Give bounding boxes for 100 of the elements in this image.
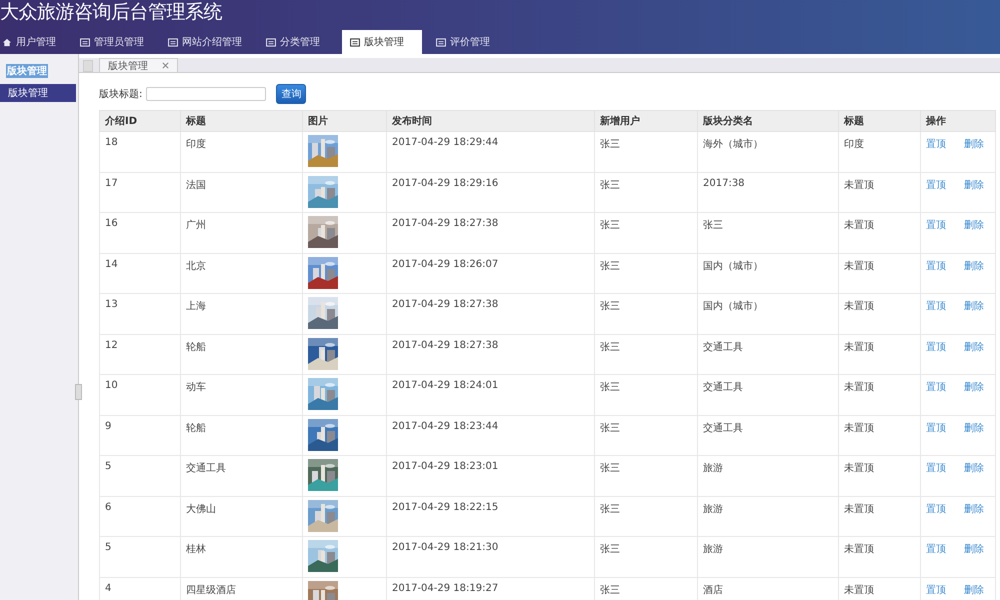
table-cell: 16 xyxy=(100,212,180,253)
table-cell: 交通工具 xyxy=(698,415,838,456)
table-cell: 旅游 xyxy=(698,496,838,536)
action-link[interactable]: 删除 xyxy=(964,342,984,352)
search-field[interactable] xyxy=(146,87,266,101)
table-cell: 未置顶 xyxy=(838,374,920,415)
action-link[interactable]: 置顶 xyxy=(926,180,946,190)
window-icon xyxy=(436,38,446,46)
table-cell: 13 xyxy=(100,294,180,334)
window-icon xyxy=(350,38,360,46)
window-icon xyxy=(266,38,276,46)
search-button[interactable]: 查询 xyxy=(276,84,306,104)
table-cell: 上海 xyxy=(180,294,302,334)
search-label: 版块标题: xyxy=(99,88,142,101)
sidebar-item[interactable]: 版块管理 xyxy=(0,84,76,102)
window-icon xyxy=(80,38,90,46)
table-cell: 交通工具 xyxy=(698,374,838,415)
table-cell: 国内（城市） xyxy=(698,294,838,334)
table-cell: 张三 xyxy=(594,536,698,577)
table-cell: 动车 xyxy=(180,374,302,415)
table-cell: 未置顶 xyxy=(838,253,920,294)
table-cell: 2017-04-29 18:22:15 xyxy=(386,496,594,536)
table-cell: 2017-04-29 18:23:44 xyxy=(386,415,594,456)
table-cell: 张三 xyxy=(594,415,698,456)
nav-tab[interactable]: 评价管理 xyxy=(434,30,500,54)
table-cell: 法国 xyxy=(180,172,302,212)
home-icon xyxy=(2,38,12,46)
table-cell: 交通工具 xyxy=(698,334,838,374)
action-link[interactable]: 置顶 xyxy=(926,220,946,231)
table-cell: 大佛山 xyxy=(180,496,302,536)
table-cell: 2017-04-29 18:21:30 xyxy=(386,536,594,577)
action-link[interactable]: 置顶 xyxy=(926,382,946,393)
table-cell: 旅游 xyxy=(698,456,838,496)
action-link[interactable]: 删除 xyxy=(964,180,984,190)
action-link[interactable]: 置顶 xyxy=(926,260,946,272)
table-cell: 国内（城市） xyxy=(698,253,838,294)
action-link[interactable]: 删除 xyxy=(964,584,984,596)
table-cell: 印度 xyxy=(838,132,920,172)
table-cell: 5 xyxy=(100,456,180,496)
table-cell: 张三 xyxy=(594,334,698,374)
action-link[interactable]: 置顶 xyxy=(926,301,946,312)
action-link[interactable]: 置顶 xyxy=(926,139,946,150)
table-cell: 10 xyxy=(100,374,180,415)
nav-tab[interactable]: 版块管理 xyxy=(342,30,422,54)
column-header: 介绍ID xyxy=(100,110,180,132)
action-link[interactable]: 置顶 xyxy=(926,504,946,514)
action-link[interactable]: 删除 xyxy=(964,220,984,231)
action-link[interactable]: 删除 xyxy=(964,260,984,272)
action-link[interactable]: 置顶 xyxy=(926,584,946,596)
sidebar-title: 版块管理 xyxy=(6,64,48,78)
action-link[interactable]: 删除 xyxy=(964,422,984,434)
table-cell: 未置顶 xyxy=(838,334,920,374)
action-link[interactable]: 置顶 xyxy=(926,342,946,352)
nav-tab[interactable]: 用户管理 xyxy=(0,30,66,54)
tab-scroll-button[interactable] xyxy=(83,60,93,72)
action-link[interactable]: 删除 xyxy=(964,504,984,514)
table-cell: 轮船 xyxy=(180,334,302,374)
column-header: 标题 xyxy=(838,110,920,132)
table-cell: 未置顶 xyxy=(838,212,920,253)
table-cell: 9 xyxy=(100,415,180,456)
table-cell: 14 xyxy=(100,253,180,294)
table-cell: 张三 xyxy=(594,212,698,253)
action-link[interactable]: 删除 xyxy=(964,382,984,393)
table-cell: 未置顶 xyxy=(838,172,920,212)
table-cell: 桂林 xyxy=(180,536,302,577)
window-icon xyxy=(168,38,178,46)
action-link[interactable]: 删除 xyxy=(964,301,984,312)
action-link[interactable]: 删除 xyxy=(964,139,984,150)
table-cell: 2017-04-29 18:26:07 xyxy=(386,253,594,294)
page-tab[interactable]: 版块管理 xyxy=(99,58,178,72)
table-cell: 2017-04-29 18:23:01 xyxy=(386,456,594,496)
table-cell: 4 xyxy=(100,577,180,600)
nav-tab[interactable]: 网站介绍管理 xyxy=(166,30,252,54)
nav-tab[interactable]: 管理员管理 xyxy=(78,30,154,54)
action-link[interactable]: 置顶 xyxy=(926,422,946,434)
table-cell: 17 xyxy=(100,172,180,212)
column-header: 版块分类名 xyxy=(698,110,838,132)
nav-tab[interactable]: 分类管理 xyxy=(264,30,330,54)
table-cell: 2017:38 xyxy=(698,172,838,212)
table-cell: 张三 xyxy=(698,212,838,253)
collapse-handle[interactable] xyxy=(75,384,82,400)
table-cell: 2017-04-29 18:27:38 xyxy=(386,294,594,334)
table-cell: 广州 xyxy=(180,212,302,253)
table-cell: 18 xyxy=(100,132,180,172)
action-link[interactable]: 置顶 xyxy=(926,544,946,555)
table-cell: 2017-04-29 18:29:16 xyxy=(386,172,594,212)
action-link[interactable]: 删除 xyxy=(964,463,984,474)
table-cell: 张三 xyxy=(594,456,698,496)
action-link[interactable]: 删除 xyxy=(964,544,984,555)
table-cell: 2017-04-29 18:24:01 xyxy=(386,374,594,415)
column-header: 发布时间 xyxy=(386,110,594,132)
table-cell: 2017-04-29 18:29:44 xyxy=(386,132,594,172)
table-cell: 张三 xyxy=(594,132,698,172)
column-header: 图片 xyxy=(302,110,386,132)
close-icon[interactable] xyxy=(162,62,169,69)
action-link[interactable]: 置顶 xyxy=(926,463,946,474)
table-cell: 轮船 xyxy=(180,415,302,456)
table-cell: 张三 xyxy=(594,253,698,294)
table-cell: 6 xyxy=(100,496,180,536)
table-cell: 12 xyxy=(100,334,180,374)
